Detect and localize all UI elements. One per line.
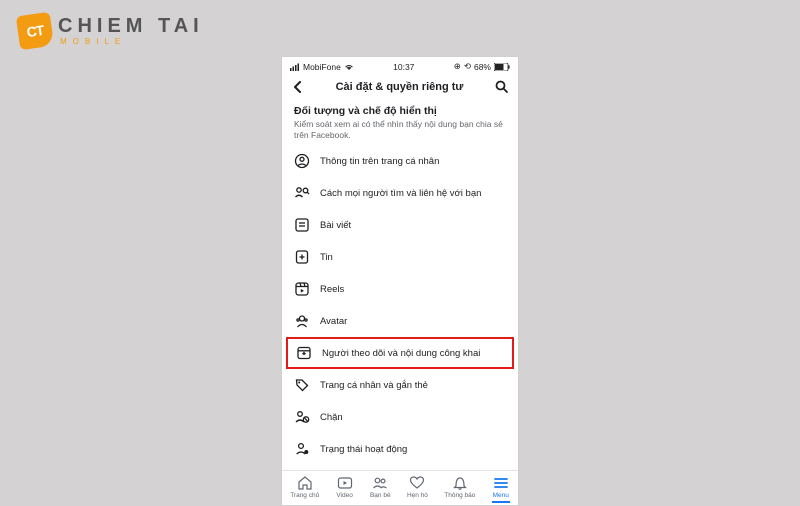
tab-label: Hẹn hò <box>407 492 428 499</box>
menu-icon <box>492 475 510 491</box>
carrier-label: MobiFone <box>303 62 341 72</box>
settings-list: Thông tin trên trang cá nhân Cách mọi ng… <box>282 145 518 470</box>
section-header: Đối tượng và chế độ hiển thị Kiểm soát x… <box>282 99 518 145</box>
avatar-icon <box>294 313 310 329</box>
tab-friends[interactable]: Bạn bè <box>370 475 391 503</box>
friends-icon <box>371 475 389 491</box>
followers-icon <box>296 345 312 361</box>
alarm-icon: ⊕ <box>454 61 461 72</box>
page-title: Cài đặt & quyền riêng tư <box>336 81 464 93</box>
battery-label: 68% <box>474 62 491 72</box>
row-label: Chặn <box>320 412 343 423</box>
status-bar: MobiFone 10:37 ⊕ ⟲ 68% <box>282 57 518 74</box>
tab-dating[interactable]: Hẹn hò <box>407 475 428 503</box>
tab-label: Trang chủ <box>290 492 319 499</box>
signal-icon <box>290 63 300 71</box>
row-avatar[interactable]: Avatar <box>282 305 518 337</box>
tab-menu[interactable]: Menu <box>492 475 510 503</box>
row-reels[interactable]: Reels <box>282 273 518 305</box>
phone-frame: MobiFone 10:37 ⊕ ⟲ 68% Cài đặt & quyền r… <box>281 56 519 506</box>
logo-badge: CT <box>16 12 54 50</box>
tab-notifications[interactable]: Thông báo <box>444 475 475 503</box>
battery-icon <box>494 63 510 71</box>
row-label: Trang cá nhân và gắn thẻ <box>320 380 428 391</box>
profile-icon <box>294 153 310 169</box>
active-indicator <box>492 501 510 503</box>
reels-icon <box>294 281 310 297</box>
tag-icon <box>294 377 310 393</box>
row-stories[interactable]: Tin <box>282 241 518 273</box>
navbar: Cài đặt & quyền riêng tư <box>282 74 518 99</box>
bell-icon <box>451 475 469 491</box>
tab-label: Thông báo <box>444 492 475 499</box>
logo-text-sub: MOBILE <box>60 38 204 46</box>
logo-text-main: CHIEM TAI <box>58 16 204 36</box>
tab-label: Menu <box>493 492 509 499</box>
row-label: Cách mọi người tìm và liên hệ với bạn <box>320 188 481 199</box>
row-label: Tin <box>320 252 333 263</box>
row-profile-info[interactable]: Thông tin trên trang cá nhân <box>282 145 518 177</box>
row-active-status[interactable]: Trạng thái hoạt động <box>282 433 518 465</box>
row-label: Avatar <box>320 316 347 327</box>
tab-label: Bạn bè <box>370 492 391 499</box>
posts-icon <box>294 217 310 233</box>
back-button[interactable] <box>292 81 304 93</box>
people-search-icon <box>294 185 310 201</box>
row-blocking[interactable]: Chặn <box>282 401 518 433</box>
row-label: Người theo dõi và nội dung công khai <box>322 348 480 359</box>
row-label: Trạng thái hoạt động <box>320 444 407 455</box>
row-find-contact[interactable]: Cách mọi người tìm và liên hệ với bạn <box>282 177 518 209</box>
row-label: Reels <box>320 284 344 295</box>
tab-label: Video <box>336 492 353 499</box>
row-followers-public[interactable]: Người theo dõi và nội dung công khai <box>286 337 514 369</box>
video-icon <box>336 475 354 491</box>
search-button[interactable] <box>495 80 508 93</box>
wifi-icon <box>344 63 354 71</box>
brand-logo: CT CHIEM TAI MOBILE <box>18 14 204 48</box>
heart-icon <box>408 475 426 491</box>
section-title: Đối tượng và chế độ hiển thị <box>294 105 506 117</box>
tab-home[interactable]: Trang chủ <box>290 475 319 503</box>
row-label: Bài viết <box>320 220 351 231</box>
clock-label: 10:37 <box>393 62 414 72</box>
row-profile-tagging[interactable]: Trang cá nhân và gắn thẻ <box>282 369 518 401</box>
row-posts[interactable]: Bài viết <box>282 209 518 241</box>
rotation-lock-icon: ⟲ <box>464 61 471 72</box>
stories-icon <box>294 249 310 265</box>
row-label: Thông tin trên trang cá nhân <box>320 156 439 167</box>
home-icon <box>296 475 314 491</box>
tab-video[interactable]: Video <box>336 475 354 503</box>
active-status-icon <box>294 441 310 457</box>
section-description: Kiểm soát xem ai có thể nhìn thấy nội du… <box>294 119 506 141</box>
block-icon <box>294 409 310 425</box>
